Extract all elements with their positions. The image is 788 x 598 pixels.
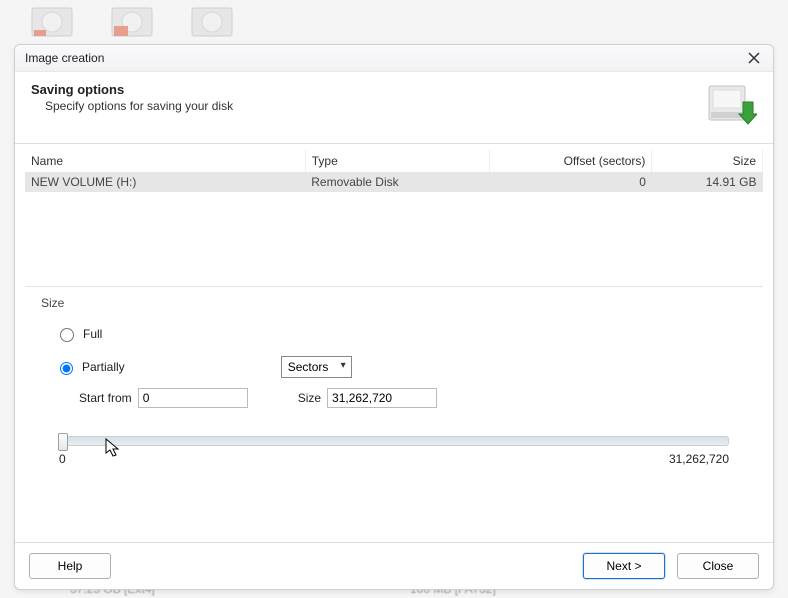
size-group: Size Full Partially Sectors ▾ Start from	[25, 286, 763, 486]
size-label: Size	[298, 391, 321, 405]
dialog-footer: Help Next > Close	[15, 542, 773, 589]
unit-select[interactable]: Sectors	[281, 356, 352, 378]
col-offset[interactable]: Offset (sectors)	[490, 150, 652, 172]
next-button[interactable]: Next >	[583, 553, 665, 579]
disk-icon	[190, 4, 234, 40]
disk-icon	[110, 4, 154, 40]
slider-thumb[interactable]	[58, 433, 68, 451]
image-creation-dialog: Image creation Saving options Specify op…	[14, 44, 774, 590]
start-from-input[interactable]	[138, 388, 248, 408]
slider-min: 0	[59, 452, 66, 466]
start-from-label: Start from	[79, 391, 132, 405]
cell-size: 14.91 GB	[652, 172, 763, 192]
radio-partial-row[interactable]: Partially Sectors ▾	[55, 356, 747, 378]
radio-partial-label: Partially	[82, 360, 125, 374]
cell-name: NEW VOLUME (H:)	[25, 172, 305, 192]
table-empty-area	[25, 192, 763, 278]
titlebar: Image creation	[15, 45, 773, 72]
size-input[interactable]	[327, 388, 437, 408]
radio-full-label: Full	[83, 327, 102, 341]
col-type[interactable]: Type	[305, 150, 489, 172]
heading: Saving options	[31, 82, 233, 97]
radio-full-row[interactable]: Full	[55, 325, 747, 342]
table-row[interactable]: NEW VOLUME (H:) Removable Disk 0 14.91 G…	[25, 172, 763, 192]
size-slider[interactable]	[59, 436, 729, 446]
dialog-header: Saving options Specify options for savin…	[15, 72, 773, 144]
close-icon[interactable]	[745, 49, 763, 67]
radio-full[interactable]	[60, 328, 74, 342]
slider-max: 31,262,720	[669, 452, 729, 466]
help-button[interactable]: Help	[29, 553, 111, 579]
cell-type: Removable Disk	[305, 172, 489, 192]
cell-offset: 0	[490, 172, 652, 192]
subheading: Specify options for saving your disk	[31, 99, 233, 113]
save-disk-icon	[705, 82, 757, 129]
close-button[interactable]: Close	[677, 553, 759, 579]
dialog-title: Image creation	[25, 51, 104, 65]
radio-partial[interactable]	[60, 362, 73, 375]
col-size[interactable]: Size	[652, 150, 763, 172]
background-disk-icons	[30, 4, 234, 40]
disk-table: Name Type Offset (sectors) Size NEW VOLU…	[25, 150, 763, 192]
group-label: Size	[41, 296, 747, 310]
col-name[interactable]: Name	[25, 150, 305, 172]
disk-icon	[30, 4, 74, 40]
